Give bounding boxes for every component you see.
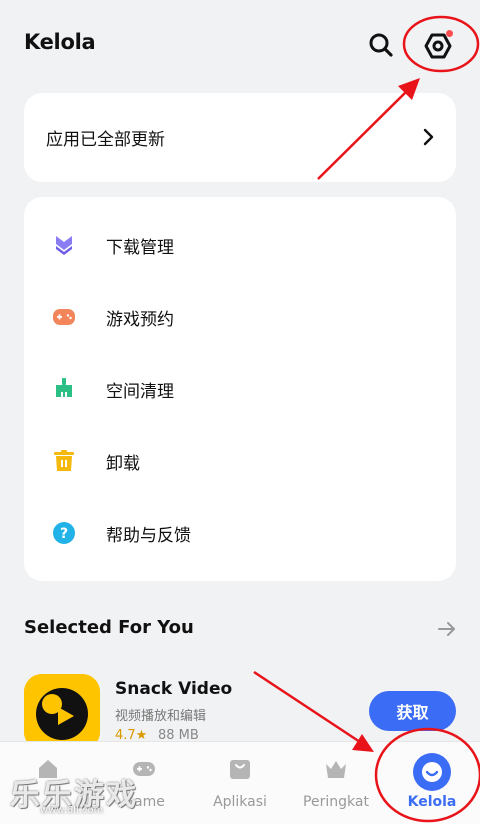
menu-item-storage-cleanup[interactable]: 空间清理 [24,353,456,425]
annotation-arrow-kelola [253,670,361,744]
app-name[interactable]: Snack Video [115,679,232,699]
header: Kelola [0,0,480,88]
tab-peringkat[interactable]: Peringkat [288,742,384,824]
chevron-right-icon [423,128,434,146]
get-app-button[interactable]: 获取 [369,691,456,731]
download-icon [56,236,72,255]
smile-icon [422,762,442,782]
tab-label: Kelola [407,794,457,810]
menu-item-help-feedback[interactable]: ? 帮助与反馈 [24,497,456,569]
app-description: 视频播放和编辑 [115,709,207,724]
watermark-url: www.6ll.com [40,805,104,816]
tab-kelola[interactable]: Kelola [384,742,480,824]
help-icon: ? [53,522,75,544]
menu-label: 游戏预约 [106,310,174,330]
menu-item-download-manager[interactable]: 下载管理 [24,209,456,281]
page-title: Kelola [24,30,96,54]
updates-row[interactable]: 应用已全部更新 [24,93,456,182]
menu-label: 帮助与反馈 [106,526,191,546]
shopping-bag-icon [230,760,250,779]
menu-item-uninstall[interactable]: 卸载 [24,425,456,497]
trash-icon [54,450,74,471]
search-icon [369,33,393,57]
settings-button[interactable] [420,28,456,64]
arrow-right-icon[interactable] [436,618,458,640]
tab-label: Aplikasi [213,794,267,810]
management-menu: 下载管理 游戏预约 空间清理 卸载 ? 帮助与反馈 [24,197,456,581]
notification-dot [446,30,453,37]
menu-item-game-reservation[interactable]: 游戏预约 [24,281,456,353]
kelola-active-icon [413,753,451,791]
snack-video-logo-icon [24,674,100,750]
app-icon-snack-video[interactable] [24,674,100,750]
menu-label: 空间清理 [106,382,174,402]
tab-label: Peringkat [303,794,369,810]
tab-aplikasi[interactable]: Aplikasi [192,742,288,824]
svg-text:?: ? [60,526,68,542]
menu-label: 下载管理 [106,238,174,258]
section-title: Selected For You [24,617,194,638]
search-button[interactable] [366,30,396,60]
crown-icon [326,761,346,778]
broom-icon [56,378,72,397]
gamepad-icon [53,309,75,325]
menu-label: 卸载 [106,454,140,474]
updates-status-text: 应用已全部更新 [46,130,165,150]
